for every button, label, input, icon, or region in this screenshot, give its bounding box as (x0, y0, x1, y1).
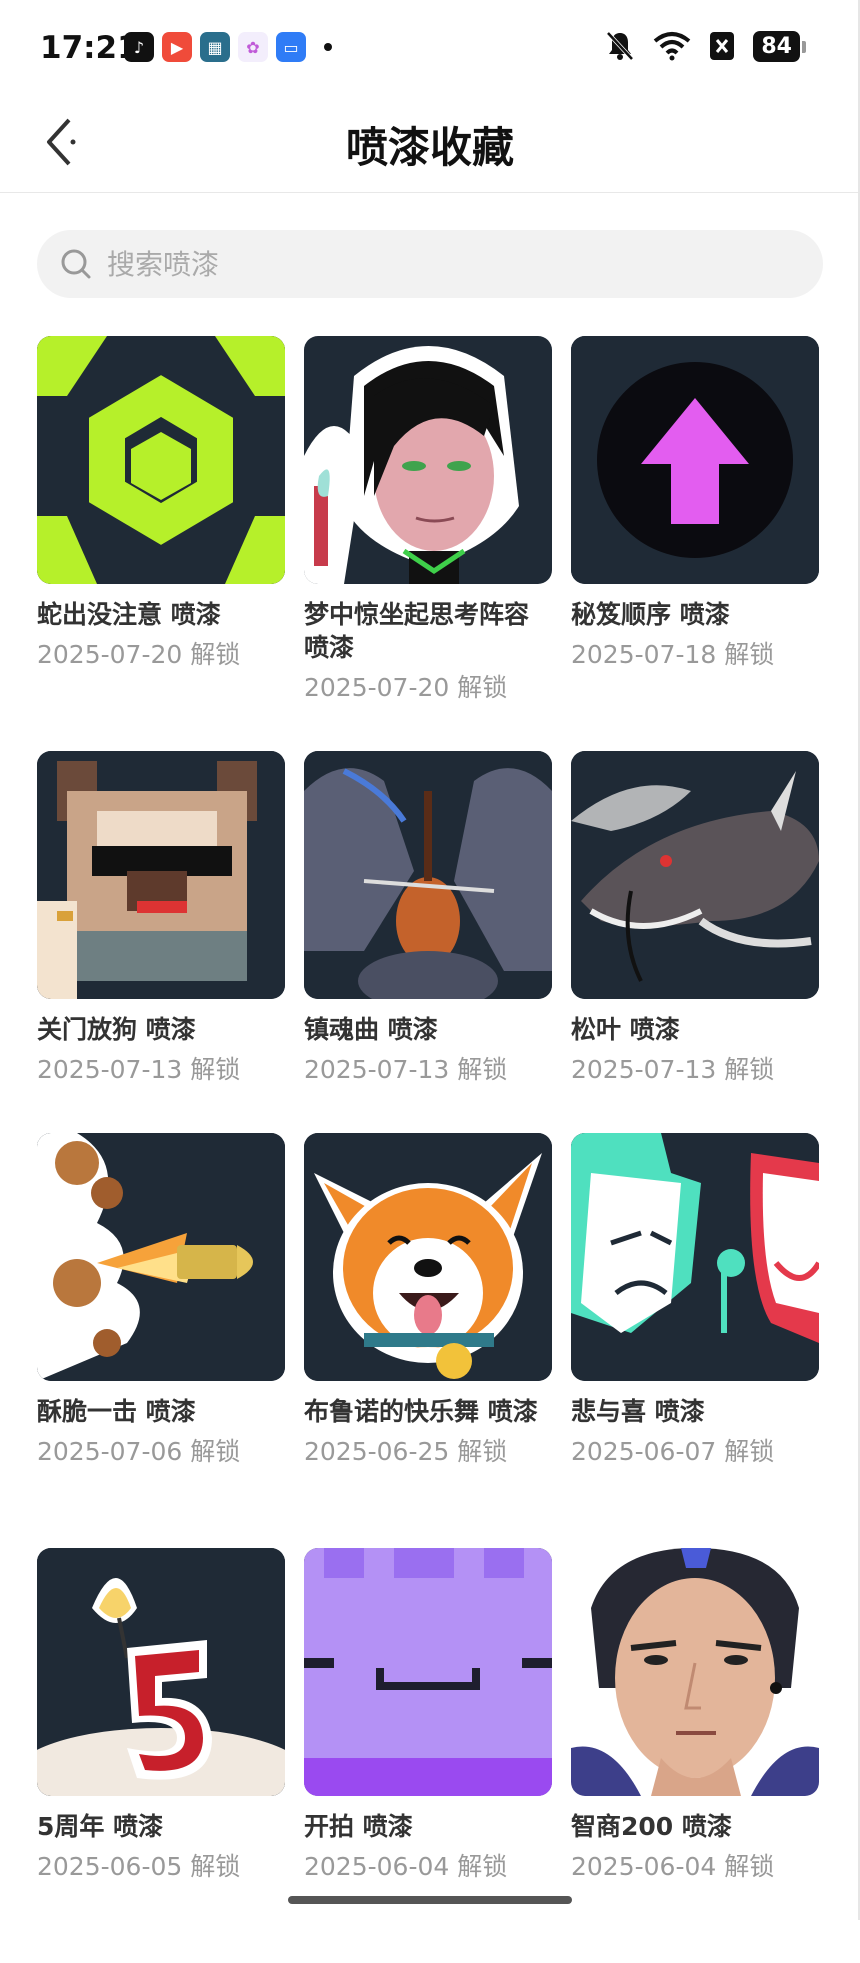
candle-5-spray-icon (37, 1548, 285, 1796)
mute-bell-icon (606, 31, 634, 61)
spray-thumbnail (571, 1548, 819, 1796)
wifi-icon (654, 32, 691, 61)
home-indicator[interactable] (288, 1896, 572, 1904)
spray-card[interactable]: 5周年 喷漆 2025-06-05 解锁 (37, 1548, 285, 1963)
sim-icon (710, 32, 735, 60)
spray-card[interactable]: 蛇出没注意 喷漆 2025-07-20 解锁 (37, 336, 285, 751)
spray-date: 2025-07-18 解锁 (571, 640, 775, 669)
violin-spray-icon (304, 751, 552, 999)
search-bar[interactable] (37, 230, 823, 298)
notification-icons: ♪ ▶ ▦ ✿ ▭ (124, 32, 332, 62)
spray-name: 秘笈顺序 喷漆 (571, 600, 730, 629)
spray-date: 2025-07-06 解锁 (37, 1437, 241, 1466)
blue-app-icon: ▭ (276, 32, 306, 62)
spray-card[interactable]: 智商200 喷漆 2025-06-04 解锁 (571, 1548, 819, 1963)
page-title: 喷漆收藏 (345, 123, 514, 172)
video-app-icon: ▶ (162, 32, 192, 62)
spray-card[interactable]: 悲与喜 喷漆 2025-06-07 解锁 (571, 1133, 819, 1548)
thinking-man-spray-icon (571, 1548, 819, 1796)
spray-name: 蛇出没注意 喷漆 (37, 600, 221, 629)
bullet-spray-icon (37, 1133, 285, 1381)
spray-card[interactable]: 镇魂曲 喷漆 2025-07-13 解锁 (304, 751, 552, 1133)
spray-card[interactable]: 布鲁诺的快乐舞 喷漆 2025-06-25 解锁 (304, 1133, 552, 1548)
status-bar: 17:21 ♪ ▶ ▦ ✿ ▭ 84 (0, 0, 860, 100)
spray-name: 5周年 喷漆 (37, 1812, 164, 1841)
spray-date: 2025-06-04 解锁 (304, 1852, 508, 1881)
spray-name: 松叶 喷漆 (571, 1015, 680, 1044)
spray-date: 2025-07-13 解锁 (571, 1055, 775, 1084)
spray-name: 关门放狗 喷漆 (37, 1015, 196, 1044)
spray-card[interactable]: 松叶 喷漆 2025-07-13 解锁 (571, 751, 819, 1133)
purple-block-spray-icon (304, 1548, 552, 1796)
spray-thumbnail (37, 1133, 285, 1381)
battery-indicator: 84 (753, 30, 806, 62)
spray-date: 2025-07-20 解锁 (37, 640, 241, 669)
spray-name: 酥脆一击 喷漆 (37, 1397, 196, 1426)
spray-date: 2025-06-07 解锁 (571, 1437, 775, 1466)
masks-spray-icon (571, 1133, 819, 1381)
more-notifications-icon (324, 43, 332, 51)
spray-date: 2025-07-13 解锁 (304, 1055, 508, 1084)
spray-date: 2025-06-25 解锁 (304, 1437, 508, 1466)
spray-date: 2025-07-13 解锁 (37, 1055, 241, 1084)
spray-thumbnail (571, 336, 819, 584)
tiktok-icon: ♪ (124, 32, 154, 62)
spray-name: 开拍 喷漆 (304, 1812, 413, 1841)
spray-thumbnail (304, 336, 552, 584)
header: 喷漆收藏 (0, 100, 860, 193)
spray-thumbnail (37, 751, 285, 999)
spray-grid: 蛇出没注意 喷漆 2025-07-20 解锁 梦中惊坐起思考阵容 喷漆 2025 (37, 336, 823, 1963)
spray-thumbnail (37, 336, 285, 584)
spray-thumbnail (304, 751, 552, 999)
flower-app-icon: ✿ (238, 32, 268, 62)
search-input[interactable] (105, 246, 789, 282)
spray-thumbnail (304, 1133, 552, 1381)
spray-thumbnail (571, 751, 819, 999)
spray-card[interactable]: 关门放狗 喷漆 2025-07-13 解锁 (37, 751, 285, 1133)
spray-date: 2025-06-04 解锁 (571, 1852, 775, 1881)
status-right: 84 (605, 30, 806, 62)
catfish-spray-icon (571, 751, 819, 999)
pixel-dog-spray-icon (37, 751, 285, 999)
spray-name: 悲与喜 喷漆 (571, 1397, 705, 1426)
spray-date: 2025-07-20 解锁 (304, 673, 508, 702)
spray-thumbnail (37, 1548, 285, 1796)
spray-card[interactable]: 秘笈顺序 喷漆 2025-07-18 解锁 (571, 336, 819, 751)
spray-card[interactable]: 酥脆一击 喷漆 2025-07-06 解锁 (37, 1133, 285, 1548)
spray-name: 梦中惊坐起思考阵容 喷漆 (304, 600, 530, 662)
game-app-icon: ▦ (200, 32, 230, 62)
hexagon-spray-icon (37, 336, 285, 584)
spray-name: 镇魂曲 喷漆 (304, 1015, 438, 1044)
arrow-up-spray-icon (571, 336, 819, 584)
search-icon (61, 249, 91, 279)
corgi-spray-icon (304, 1133, 552, 1381)
viper-spray-icon (304, 336, 552, 584)
spray-thumbnail (304, 1548, 552, 1796)
spray-name: 智商200 喷漆 (571, 1812, 732, 1841)
spray-thumbnail (571, 1133, 819, 1381)
spray-name: 布鲁诺的快乐舞 喷漆 (304, 1397, 538, 1426)
spray-card[interactable]: 梦中惊坐起思考阵容 喷漆 2025-07-20 解锁 (304, 336, 552, 751)
spray-date: 2025-06-05 解锁 (37, 1852, 241, 1881)
